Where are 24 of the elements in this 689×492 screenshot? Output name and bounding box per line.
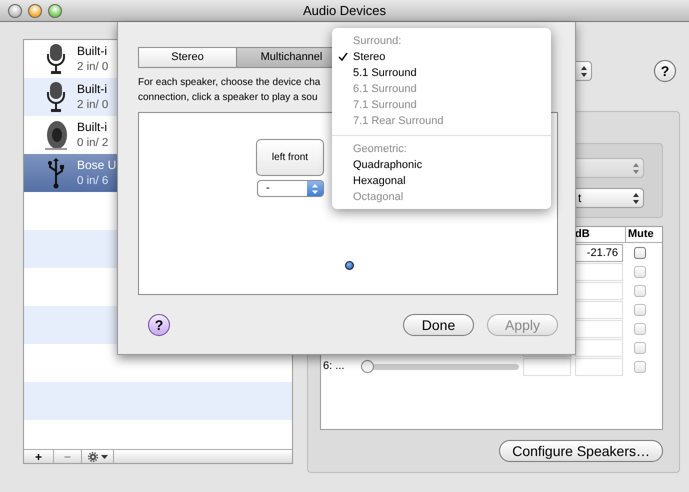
menu-item-label: Quadraphonic: [353, 159, 422, 171]
menu-header: Geometric:: [352, 142, 408, 157]
popup-value: t: [578, 190, 582, 207]
device-name: Built-i: [77, 81, 108, 97]
menu-item-label: Hexagonal: [353, 175, 406, 187]
device-io-count: 0 in/ 6: [77, 174, 110, 189]
menu-item-label: 5.1 Surround: [353, 67, 417, 79]
device-io-count: 0 in/ 2: [77, 136, 108, 151]
device-name: Bose U: [77, 157, 116, 173]
device-io-count: 2 in/ 0: [77, 60, 108, 75]
device-name: Built-i: [77, 43, 108, 59]
popup-value: -: [266, 181, 270, 196]
menu-item-label: 7.1 Rear Surround: [353, 115, 444, 127]
menu-item-label: Stereo: [353, 51, 386, 63]
menu-item-label: Octagonal: [353, 191, 404, 203]
menu-header: Surround:: [352, 34, 402, 49]
device-name: Built-i: [77, 119, 108, 135]
device-io-count: 2 in/ 0: [77, 98, 108, 113]
channel-label: 6: ...: [322, 359, 346, 374]
instruction-text: For each speaker, choose the device cha: [138, 76, 320, 90]
window-title: Audio Devices: [302, 2, 386, 20]
instruction-text: connection, click a speaker to play a sou: [138, 91, 318, 105]
menu-item-label: 7.1 Surround: [353, 99, 417, 111]
menu-item-label: 6.1 Surround: [353, 83, 417, 95]
